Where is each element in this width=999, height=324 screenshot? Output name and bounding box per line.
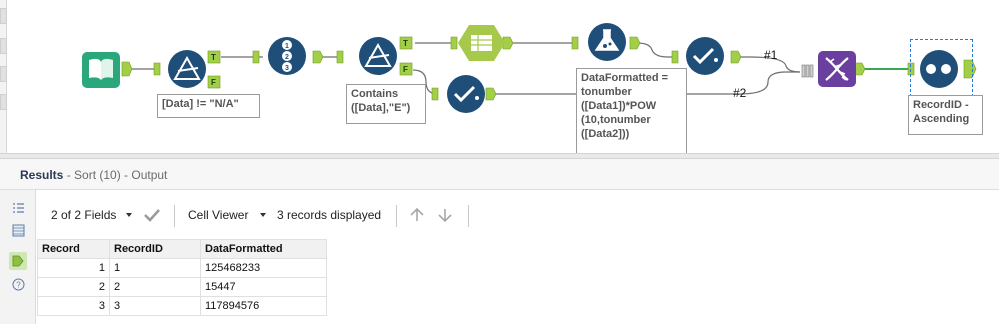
cell-recordid[interactable]: 2 bbox=[109, 277, 201, 297]
columns-icon bbox=[471, 35, 492, 51]
cell-record[interactable]: 3 bbox=[37, 296, 110, 316]
sort-annotation: RecordID - Ascending bbox=[908, 95, 983, 135]
table-row[interactable]: 2 2 15447 bbox=[37, 277, 327, 297]
table-icon[interactable] bbox=[12, 224, 25, 237]
svg-text:3: 3 bbox=[285, 65, 289, 72]
list-icon[interactable] bbox=[12, 202, 25, 215]
toolbar-divider bbox=[468, 205, 469, 227]
formula-annotation: DataFormatted = tonumber ([Data1])*POW (… bbox=[576, 68, 687, 153]
cell-viewer-dropdown[interactable]: Cell Viewer bbox=[188, 208, 248, 222]
filter-tool-1[interactable] bbox=[168, 50, 206, 88]
filter2-true-label: T bbox=[403, 39, 408, 48]
cell-record[interactable]: 1 bbox=[37, 258, 110, 278]
filter2-false-label: F bbox=[403, 65, 408, 74]
cell-recordid[interactable]: 3 bbox=[109, 296, 201, 316]
arrow-up-icon[interactable] bbox=[408, 206, 426, 229]
select-tool-2[interactable] bbox=[447, 75, 485, 113]
cell-dataformatted[interactable]: 15447 bbox=[200, 277, 327, 297]
filter-tool-2[interactable] bbox=[359, 37, 397, 75]
text-to-columns-tool[interactable] bbox=[458, 25, 505, 61]
filter1-true-label: T bbox=[211, 53, 216, 62]
cell-record[interactable]: 2 bbox=[37, 277, 110, 297]
data-tag-icon[interactable] bbox=[9, 252, 27, 270]
svg-text:2: 2 bbox=[285, 54, 289, 61]
input-data-tool[interactable] bbox=[82, 52, 120, 88]
union-multi-input bbox=[801, 64, 814, 78]
results-side-toolbar: ? bbox=[0, 190, 36, 324]
toolbar-divider bbox=[174, 205, 175, 227]
record-id-tool[interactable]: 1 2 3 bbox=[268, 37, 306, 75]
fields-dropdown-chevron-icon[interactable] bbox=[126, 213, 132, 217]
filter1-annotation: [Data] != "N/A" bbox=[157, 94, 260, 118]
table-row[interactable]: 3 3 117894576 bbox=[37, 296, 327, 316]
arrow-down-icon[interactable] bbox=[436, 206, 454, 229]
toolbar-divider bbox=[396, 205, 397, 227]
connection-label-1[interactable]: #1 bbox=[764, 48, 777, 62]
records-displayed: 3 records displayed bbox=[277, 208, 382, 222]
apply-check-icon[interactable] bbox=[143, 206, 161, 229]
results-title: Results - Sort (10) - Output bbox=[20, 168, 167, 182]
table-row[interactable]: 1 1 125468233 bbox=[37, 258, 327, 278]
cell-dataformatted[interactable]: 117894576 bbox=[200, 296, 327, 316]
union-tool[interactable] bbox=[818, 51, 856, 87]
results-toolbar: 2 of 2 Fields Cell Viewer 3 records disp… bbox=[37, 200, 999, 232]
formula-tool[interactable] bbox=[588, 23, 626, 61]
cell-dataformatted[interactable]: 125468233 bbox=[200, 258, 327, 278]
svg-text:?: ? bbox=[16, 281, 21, 290]
results-grid: Record RecordID DataFormatted 1 1 125468… bbox=[37, 239, 327, 316]
results-header: Results - Sort (10) - Output bbox=[0, 159, 999, 190]
column-header-record[interactable]: Record bbox=[37, 239, 110, 259]
column-header-dataformatted[interactable]: DataFormatted bbox=[200, 239, 327, 259]
svg-text:1: 1 bbox=[285, 43, 289, 50]
book-icon bbox=[89, 58, 101, 80]
results-title-label: Results bbox=[20, 168, 64, 182]
filter2-annotation: Contains ([Data],"E") bbox=[346, 84, 426, 124]
help-icon[interactable]: ? bbox=[12, 278, 25, 291]
cell-recordid[interactable]: 1 bbox=[109, 258, 201, 278]
column-header-recordid[interactable]: RecordID bbox=[109, 239, 201, 259]
filter1-false-label: F bbox=[211, 78, 216, 87]
grid-header-row: Record RecordID DataFormatted bbox=[37, 239, 327, 259]
connection-label-2[interactable]: #2 bbox=[733, 86, 746, 100]
selection-box bbox=[910, 39, 973, 102]
results-subtitle: - Sort (10) - Output bbox=[63, 168, 168, 182]
select-tool-1[interactable] bbox=[686, 37, 724, 75]
fields-dropdown[interactable]: 2 of 2 Fields bbox=[51, 208, 116, 222]
cell-viewer-chevron-icon[interactable] bbox=[260, 213, 266, 217]
workflow-canvas[interactable]: T F T F 1 2 3 [Data] != "N/A" Contains ([D… bbox=[0, 0, 999, 153]
